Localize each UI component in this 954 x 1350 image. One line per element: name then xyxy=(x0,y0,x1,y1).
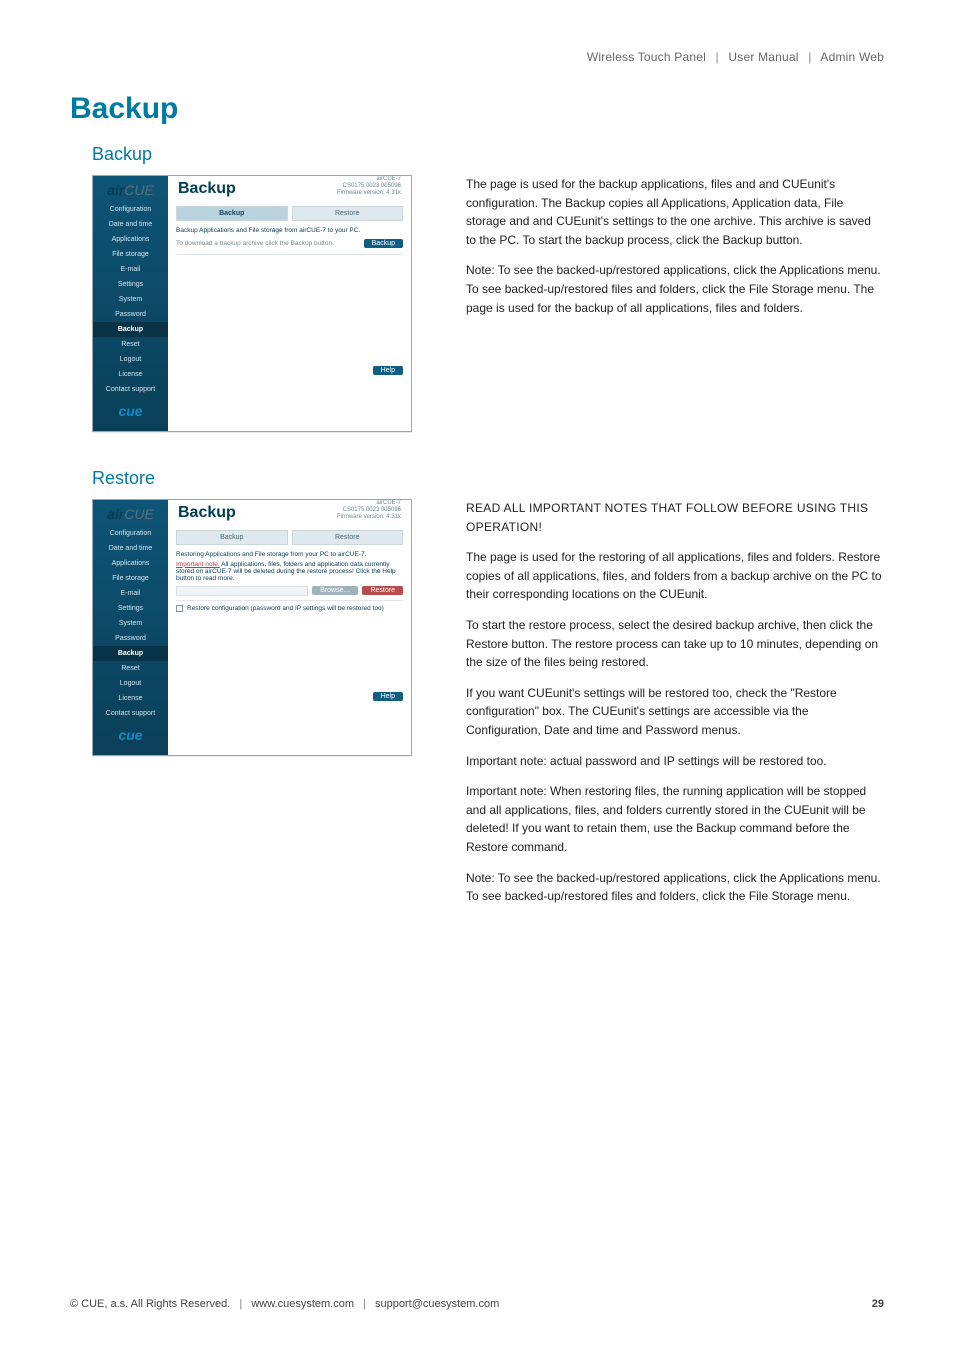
restore-button[interactable]: Restore xyxy=(362,586,403,595)
sidebar-item-contact-support[interactable]: Contact support xyxy=(93,382,168,397)
sidebar-item-license[interactable]: License xyxy=(93,367,168,382)
breadcrumb-sep: | xyxy=(716,50,719,64)
restore-prose-5: Important note: When restoring files, th… xyxy=(466,782,884,856)
footer-sep: | xyxy=(363,1298,366,1310)
restore-config-row: Restore configuration (password and IP s… xyxy=(176,605,403,612)
backup-desc-1: Backup Applications and File storage fro… xyxy=(176,227,403,234)
device-meta: airCUE-7 CS0175.0023 005096 Firmware ver… xyxy=(337,500,401,522)
device-product: airCUE-7 xyxy=(337,500,401,507)
breadcrumb-sep: | xyxy=(808,50,811,64)
breadcrumb-c: Admin Web xyxy=(820,50,884,64)
sidebar-item-password[interactable]: Password xyxy=(93,631,168,646)
content-heading: Backup xyxy=(178,180,236,198)
sidebar-item-e-mail[interactable]: E-mail xyxy=(93,262,168,277)
sidebar-item-license[interactable]: License xyxy=(93,691,168,706)
restore-prose-2: To start the restore process, select the… xyxy=(466,616,884,672)
brand-air: air xyxy=(107,506,124,522)
sidebar-item-contact-support[interactable]: Contact support xyxy=(93,706,168,721)
page-title: Backup xyxy=(70,92,884,126)
breadcrumb-b: User Manual xyxy=(728,50,798,64)
restore-config-checkbox[interactable] xyxy=(176,605,183,612)
restore-prose-1: The page is used for the restoring of al… xyxy=(466,548,884,604)
brand-cue: CUE xyxy=(124,182,154,198)
browse-button[interactable]: Browse… xyxy=(312,586,358,595)
brand-logo: airCUE xyxy=(107,182,154,198)
page-number: 29 xyxy=(872,1298,884,1310)
tab-backup[interactable]: Backup xyxy=(176,206,288,221)
restore-prose-4: Important note: actual password and IP s… xyxy=(466,752,884,771)
device-meta: airCUE-7 CS0175.0023 005096 Firmware ver… xyxy=(337,176,401,198)
help-button[interactable]: Help xyxy=(373,366,403,375)
sidebar-item-backup[interactable]: Backup xyxy=(93,646,168,661)
sidebar-item-file-storage[interactable]: File storage xyxy=(93,571,168,586)
sidebar-item-logout[interactable]: Logout xyxy=(93,352,168,367)
sidebar-item-reset[interactable]: Reset xyxy=(93,661,168,676)
backup-prose-1: The page is used for the backup applicat… xyxy=(466,175,884,249)
device-fw: Firmware version: 4.31k xyxy=(337,514,401,521)
tab-backup[interactable]: Backup xyxy=(176,530,288,545)
sidebar-item-applications[interactable]: Applications xyxy=(93,556,168,571)
screenshot-restore: airCUE Configuration Date and time Appli… xyxy=(92,499,412,756)
sidebar-item-backup[interactable]: Backup xyxy=(93,322,168,337)
restore-desc-1: Restoring Applications and File storage … xyxy=(176,551,403,558)
breadcrumb-a: Wireless Touch Panel xyxy=(587,50,706,64)
section-title-backup: Backup xyxy=(92,144,884,165)
sidebar-item-file-storage[interactable]: File storage xyxy=(93,247,168,262)
restore-config-label: Restore configuration (password and IP s… xyxy=(187,605,384,612)
sidebar-item-password[interactable]: Password xyxy=(93,307,168,322)
restore-caps: Read all important notes that follow bef… xyxy=(466,499,884,536)
file-input[interactable] xyxy=(176,586,308,596)
sidebar-item-date-and-time[interactable]: Date and time xyxy=(93,217,168,232)
footer-sep: | xyxy=(239,1298,242,1310)
footer-logo: cue xyxy=(118,721,142,749)
footer-copyright: © CUE, a.s. All Rights Reserved. xyxy=(70,1298,230,1310)
brand-logo: airCUE xyxy=(107,506,154,522)
sidebar-item-reset[interactable]: Reset xyxy=(93,337,168,352)
footer-url: www.cuesystem.com xyxy=(251,1298,354,1310)
tab-restore[interactable]: Restore xyxy=(292,206,404,221)
tab-restore[interactable]: Restore xyxy=(292,530,404,545)
device-product: airCUE-7 xyxy=(337,176,401,183)
backup-desc-2: To download a backup archive click the B… xyxy=(176,240,334,247)
content-heading: Backup xyxy=(178,504,236,522)
sidebar-item-system[interactable]: System xyxy=(93,292,168,307)
restore-important: Important note: All applications, files,… xyxy=(176,561,403,582)
page-footer: © CUE, a.s. All Rights Reserved. | www.c… xyxy=(70,1298,884,1310)
sidebar-item-settings[interactable]: Settings xyxy=(93,601,168,616)
screenshot-backup: airCUE Configuration Date and time Appli… xyxy=(92,175,412,432)
restore-prose-6: Note: To see the backed-up/restored appl… xyxy=(466,869,884,906)
backup-button[interactable]: Backup xyxy=(364,239,403,248)
device-fw: Firmware version: 4.31k xyxy=(337,190,401,197)
backup-prose-2: Note: To see the backed-up/restored appl… xyxy=(466,261,884,317)
sidebar-item-settings[interactable]: Settings xyxy=(93,277,168,292)
device-serial: CS0175.0023 005096 xyxy=(337,507,401,514)
footer-logo: cue xyxy=(118,397,142,425)
sidebar-item-date-and-time[interactable]: Date and time xyxy=(93,541,168,556)
help-button[interactable]: Help xyxy=(373,692,403,701)
important-label: Important note: xyxy=(176,561,220,568)
sidebar-item-e-mail[interactable]: E-mail xyxy=(93,586,168,601)
restore-prose-3: If you want CUEunit's settings will be r… xyxy=(466,684,884,740)
section-title-restore: Restore xyxy=(92,468,884,489)
device-serial: CS0175.0023 005096 xyxy=(337,183,401,190)
sidebar-item-system[interactable]: System xyxy=(93,616,168,631)
sidebar-item-configuration[interactable]: Configuration xyxy=(93,526,168,541)
sidebar-item-logout[interactable]: Logout xyxy=(93,676,168,691)
sidebar-item-applications[interactable]: Applications xyxy=(93,232,168,247)
brand-air: air xyxy=(107,182,124,198)
breadcrumb: Wireless Touch Panel | User Manual | Adm… xyxy=(70,50,884,64)
brand-cue: CUE xyxy=(124,506,154,522)
footer-email: support@cuesystem.com xyxy=(375,1298,499,1310)
sidebar-item-configuration[interactable]: Configuration xyxy=(93,202,168,217)
